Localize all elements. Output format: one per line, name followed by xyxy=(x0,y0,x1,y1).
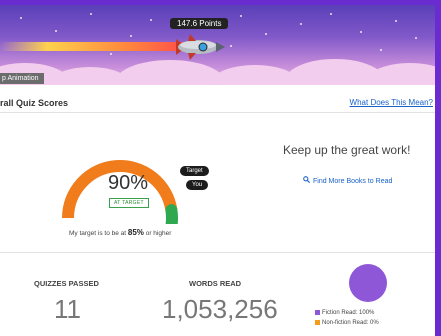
find-books-link[interactable]: Find More Books to Read xyxy=(303,176,392,185)
divider xyxy=(0,252,435,253)
you-tag: You xyxy=(186,180,209,190)
legend-swatch xyxy=(315,310,320,315)
find-books-label: Find More Books to Read xyxy=(313,178,393,185)
target-tag: Target xyxy=(180,166,209,176)
star xyxy=(380,49,382,51)
star xyxy=(300,23,302,25)
star xyxy=(415,37,417,39)
caption-prefix: My target is to be at xyxy=(69,230,128,237)
star xyxy=(130,35,132,37)
star xyxy=(265,33,267,35)
quizzes-passed-label: QUIZZES PASSED xyxy=(34,279,99,288)
divider xyxy=(0,112,435,113)
quiz-scores-title: rall Quiz Scores xyxy=(0,98,69,108)
star xyxy=(20,17,22,19)
star xyxy=(150,19,152,21)
frame-border-right xyxy=(435,0,441,336)
gauge-arc-target-zone xyxy=(165,204,178,224)
star xyxy=(90,13,92,15)
star xyxy=(230,45,232,47)
reading-type-pie xyxy=(349,264,387,302)
target-caption: My target is to be at 85% or higher xyxy=(69,228,171,237)
star xyxy=(360,31,362,33)
cloud xyxy=(365,63,435,85)
caption-suffix: or higher xyxy=(143,230,172,237)
what-does-this-mean-link[interactable]: What Does This Mean? xyxy=(350,98,433,107)
search-icon xyxy=(303,176,311,185)
score-percent: 90% xyxy=(108,172,149,194)
status-badge: AT TARGET xyxy=(109,198,149,208)
words-read-value: 1,053,256 xyxy=(162,294,278,324)
legend-nonfiction-label: Non-fiction Read: 0% xyxy=(322,320,379,326)
points-bubble: 147.6 Points xyxy=(170,18,229,29)
star xyxy=(330,13,332,15)
legend-fiction: Fiction Read: 100% xyxy=(315,310,374,316)
star xyxy=(395,20,397,22)
quizzes-passed-value: 11 xyxy=(54,294,81,324)
star xyxy=(110,53,112,55)
legend-swatch xyxy=(315,320,320,325)
animation-toggle[interactable]: p Animation xyxy=(0,73,44,84)
encouragement-text: Keep up the great work! xyxy=(283,143,411,157)
points-banner: 147.6 Points p Animation xyxy=(0,5,435,85)
cloud xyxy=(115,60,225,85)
rocket-icon xyxy=(176,34,225,60)
star xyxy=(55,30,57,32)
words-read-label: WORDS READ xyxy=(189,279,242,288)
legend-fiction-label: Fiction Read: 100% xyxy=(322,310,375,316)
caption-target-value: 85% xyxy=(127,228,144,237)
legend-nonfiction: Non-fiction Read: 0% xyxy=(315,320,379,326)
star xyxy=(240,15,242,17)
rocket-trail xyxy=(0,42,190,51)
